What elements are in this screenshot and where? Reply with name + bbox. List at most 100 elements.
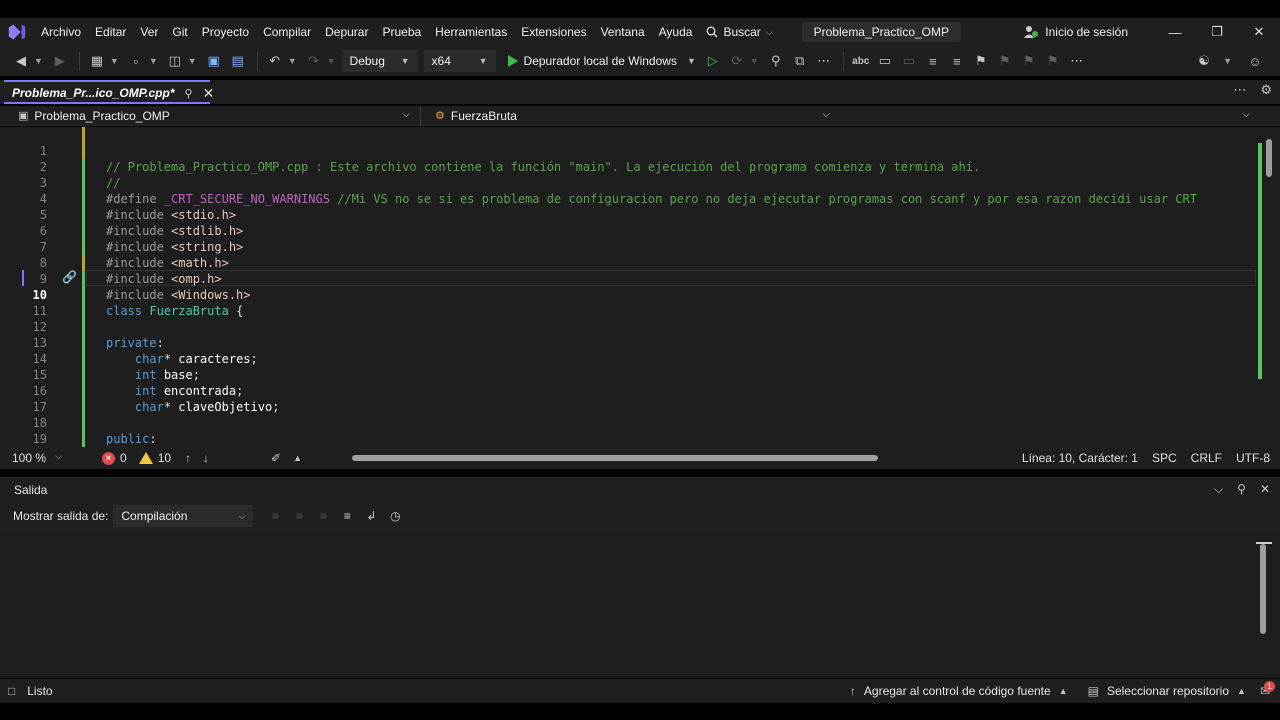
menu-git[interactable]: Git xyxy=(165,18,194,46)
project-scope-dropdown[interactable]: ▣ Problema_Practico_OMP ⌵ xyxy=(0,106,420,126)
restore-button[interactable]: ❐ xyxy=(1196,18,1238,46)
minimize-button[interactable]: — xyxy=(1154,18,1196,46)
uncomment-icon[interactable]: ▭ xyxy=(898,50,920,72)
spell-check-icon[interactable]: abc xyxy=(850,50,872,72)
menu-herramientas[interactable]: Herramientas xyxy=(428,18,514,46)
feedback-icon[interactable]: ☺ xyxy=(1244,50,1266,72)
add-to-source-control-button[interactable]: Agregar al control de código fuente xyxy=(864,684,1051,698)
arrow-up-icon[interactable]: ↑ xyxy=(185,451,191,465)
forward-icon[interactable]: ▶ xyxy=(49,50,71,72)
clear-all-icon[interactable]: ≡ xyxy=(335,509,359,523)
code-line[interactable]: 8 #include <omp.h> xyxy=(0,239,1260,286)
indent-icon[interactable]: ≡ xyxy=(922,50,944,72)
code-line[interactable]: 19 xyxy=(0,415,1260,446)
code-line[interactable]: 9 #include <Windows.h> xyxy=(0,255,1260,302)
code-line[interactable]: 3 #define _CRT_SECURE_NO_WARNINGS //Mi V… xyxy=(0,159,1260,206)
live-share-icon[interactable]: ☯ xyxy=(1193,50,1215,72)
undo-icon[interactable]: ↶ xyxy=(264,50,286,72)
code-line[interactable]: 20 FuerzaBruta() { xyxy=(0,431,1260,447)
pin-icon[interactable]: ⚲ xyxy=(1237,482,1246,497)
error-icon[interactable]: ✕ xyxy=(102,451,115,465)
code-line[interactable]: 2 // xyxy=(0,143,1260,190)
code-line[interactable]: 13 char* caracteres; xyxy=(0,319,1260,366)
close-window-button[interactable]: ✕ xyxy=(1238,18,1280,46)
close-tab-icon[interactable]: ✕ xyxy=(203,85,215,102)
function-dropdown-chevron-icon[interactable]: ⌵ xyxy=(1242,109,1250,120)
warning-count[interactable]: 10 xyxy=(158,451,171,465)
start-without-debugging-icon[interactable]: ▷ xyxy=(702,50,724,72)
output-panel-icon[interactable]: □ xyxy=(8,684,15,698)
menu-ver[interactable]: Ver xyxy=(133,18,165,46)
clock-icon[interactable]: ◷ xyxy=(383,509,407,523)
save-all-icon[interactable]: ▤ xyxy=(227,50,249,72)
code-line[interactable]: 12 private: xyxy=(0,303,1260,350)
open-dropdown-icon[interactable]: ▼ xyxy=(188,56,197,66)
menu-proyecto[interactable]: Proyecto xyxy=(195,18,256,46)
next-message-icon[interactable]: ≡ xyxy=(311,509,335,523)
save-icon[interactable]: ▣ xyxy=(203,50,225,72)
encoding-indicator[interactable]: UTF-8 xyxy=(1236,451,1270,465)
find-message-icon[interactable]: ≡ xyxy=(263,509,287,523)
menu-ventana[interactable]: Ventana xyxy=(594,18,652,46)
line-ending-indicator[interactable]: CRLF xyxy=(1191,451,1222,465)
new-file-dropdown-icon[interactable]: ▼ xyxy=(149,56,158,66)
code-cleanup-icon[interactable]: ✐ xyxy=(271,451,281,465)
configuration-dropdown[interactable]: Debug ▼ xyxy=(341,50,418,72)
browse-icon[interactable]: ⧉ xyxy=(789,50,811,72)
hot-reload-dropdown-icon[interactable]: ▼ xyxy=(750,56,759,66)
toggle-word-wrap-icon[interactable]: ↲ xyxy=(359,509,383,523)
settings-gear-icon[interactable]: ⚙ xyxy=(1260,82,1272,98)
find-icon[interactable]: ⚲ xyxy=(765,50,787,72)
tab-overflow-icon[interactable]: ⋯ xyxy=(1233,82,1246,98)
code-line[interactable]: 17 xyxy=(0,383,1260,414)
chevron-up-icon[interactable]: ▲ xyxy=(1059,686,1068,696)
back-dropdown-icon[interactable]: ▼ xyxy=(34,56,43,66)
notifications-icon[interactable]: ✉ 1 xyxy=(1260,681,1275,698)
back-icon[interactable]: ◀ xyxy=(10,50,32,72)
line-char-position[interactable]: Línea: 10, Carácter: 1 xyxy=(1022,451,1138,465)
menu-extensiones[interactable]: Extensiones xyxy=(514,18,593,46)
search-menu[interactable]: Buscar ⌵ xyxy=(699,25,779,39)
comment-icon[interactable]: ▭ xyxy=(874,50,896,72)
start-debugging-button[interactable]: Depurador local de Windows ▼ xyxy=(502,54,702,68)
arrow-down-icon[interactable]: ↓ xyxy=(203,451,209,465)
code-line[interactable]: 16 char* claveObjetivo; xyxy=(0,367,1260,414)
code-line[interactable]: 15 int encontrada; xyxy=(0,351,1260,398)
menu-archivo[interactable]: Archivo xyxy=(34,18,88,46)
output-text-area[interactable] xyxy=(0,530,1280,678)
warning-icon[interactable] xyxy=(138,452,153,464)
spacing-indicator[interactable]: SPC xyxy=(1152,451,1177,465)
redo-dropdown-icon[interactable]: ▼ xyxy=(327,56,336,66)
outdent-icon[interactable]: ≡ xyxy=(946,50,968,72)
redo-icon[interactable]: ↷ xyxy=(303,50,325,72)
new-project-icon[interactable]: ▦ xyxy=(86,50,108,72)
tab-problema-practico-omp[interactable]: Problema_Pr...ico_OMP.cpp* ⚲ ✕ xyxy=(4,80,214,104)
code-line[interactable]: 5 #include <stdlib.h> xyxy=(0,191,1260,238)
output-source-dropdown[interactable]: Compilación ⌵ xyxy=(113,505,254,527)
platform-dropdown[interactable]: x64 ▼ xyxy=(423,50,496,72)
code-line[interactable]: 11 xyxy=(0,287,1260,318)
code-line[interactable]: 14 int base; xyxy=(0,335,1260,382)
clear-bookmarks-icon[interactable]: ⚑ xyxy=(1042,50,1064,72)
chevron-up-icon[interactable]: ▲ xyxy=(293,453,302,463)
visual-studio-logo-icon[interactable] xyxy=(6,21,28,43)
error-count[interactable]: 0 xyxy=(120,451,127,465)
overflow-icon[interactable]: ⋯ xyxy=(813,50,835,72)
menu-compilar[interactable]: Compilar xyxy=(256,18,318,46)
menu-editar[interactable]: Editar xyxy=(88,18,133,46)
close-icon[interactable]: ✕ xyxy=(1260,482,1270,497)
chevron-down-icon[interactable]: ⌵ xyxy=(1214,482,1223,497)
code-line[interactable]: 1 // Problema_Practico_OMP.cpp : Este ar… xyxy=(0,127,1260,174)
new-file-icon[interactable]: ▫ xyxy=(125,50,147,72)
menu-depurar[interactable]: Depurar xyxy=(318,18,375,46)
select-repository-button[interactable]: Seleccionar repositorio xyxy=(1107,684,1229,698)
menu-prueba[interactable]: Prueba xyxy=(375,18,428,46)
new-project-dropdown-icon[interactable]: ▼ xyxy=(110,56,119,66)
code-editor[interactable]: 🔗 1 // Problema_Practico_OMP.cpp : Este … xyxy=(0,127,1280,447)
code-line[interactable]: 7 #include <math.h> xyxy=(0,223,1260,270)
prev-bookmark-icon[interactable]: ⚑ xyxy=(994,50,1016,72)
toolbar-overflow-icon[interactable]: ⋯ xyxy=(1066,50,1088,72)
code-line[interactable]: 10 class FuerzaBruta { xyxy=(0,271,1260,318)
chevron-up-icon[interactable]: ▲ xyxy=(1237,686,1246,696)
open-folder-icon[interactable]: ◫ xyxy=(164,50,186,72)
